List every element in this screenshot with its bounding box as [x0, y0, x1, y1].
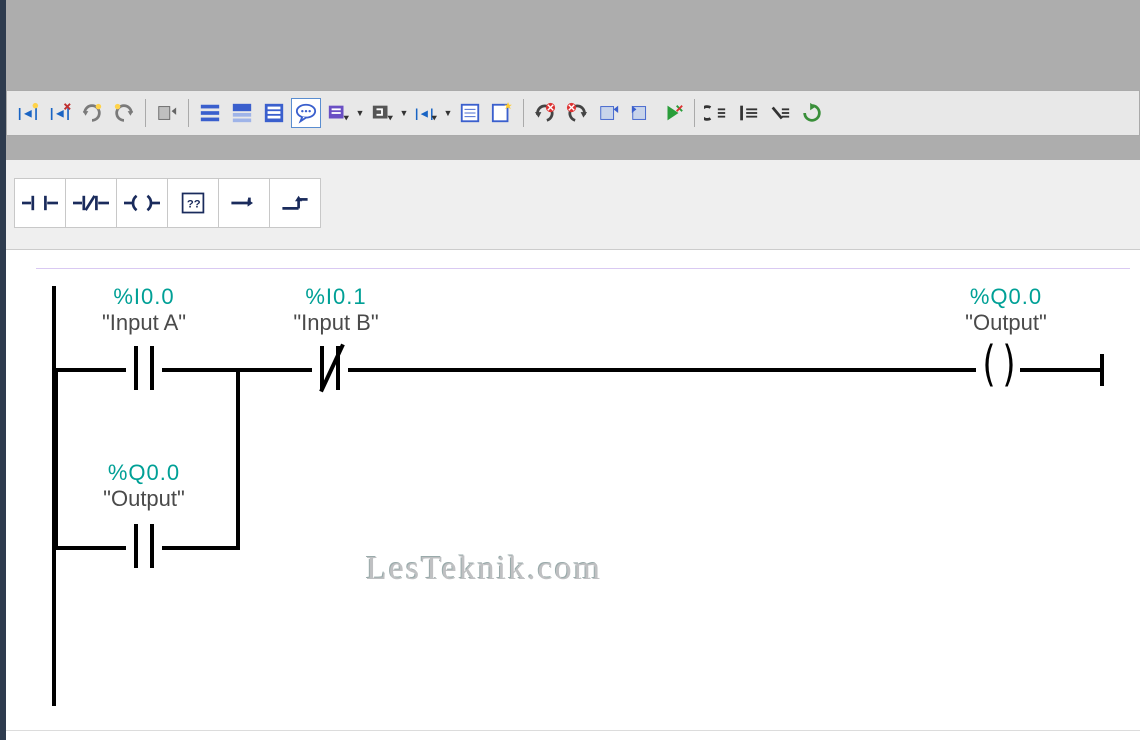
- go-next-button[interactable]: [109, 98, 139, 128]
- editor-top-divider: [36, 268, 1130, 269]
- toolbar-separator: [188, 99, 189, 127]
- ladder-editor-area[interactable]: %I0.0 "Input A" %I0.1 "Input B" %Q0.0 "O…: [6, 250, 1140, 740]
- insert-network-button[interactable]: |◄|: [13, 98, 43, 128]
- wire: [1020, 368, 1100, 372]
- main-toolbar: |◄||◄|▼▼|◄|▼: [6, 90, 1140, 136]
- no-contact[interactable]: [124, 524, 164, 568]
- go-prev-button[interactable]: [77, 98, 107, 128]
- wire-end: [1100, 354, 1104, 386]
- top-gray-strip: [6, 0, 1140, 90]
- network-header-row[interactable]: Network 3: .....: [6, 730, 1140, 740]
- network-comment-button[interactable]: [323, 98, 353, 128]
- toolbar-separator: [523, 99, 524, 127]
- toolbar-separator: [145, 99, 146, 127]
- lad-element-toolbar: ??: [6, 160, 1140, 250]
- align-right-button[interactable]: [765, 98, 795, 128]
- delete-network-button[interactable]: |◄|: [45, 98, 75, 128]
- view-block-button[interactable]: [227, 98, 257, 128]
- view-list-button[interactable]: [195, 98, 225, 128]
- dropdown-caret-icon[interactable]: ▼: [399, 98, 409, 128]
- normally-closed-contact-button[interactable]: [65, 178, 117, 228]
- output-coil[interactable]: [974, 346, 1024, 390]
- wire: [54, 368, 58, 548]
- contact-label: %I0.1 "Input B": [276, 284, 396, 336]
- gray-mid-strip: [6, 136, 1140, 160]
- toolbar-separator: [694, 99, 695, 127]
- normally-open-contact-button[interactable]: [14, 178, 66, 228]
- coil-label: %Q0.0 "Output": [946, 284, 1066, 336]
- svg-text:|◄|: |◄|: [415, 107, 433, 121]
- dropdown-caret-icon[interactable]: ▼: [355, 98, 365, 128]
- xref-button[interactable]: [594, 98, 624, 128]
- watermark-text: LesTeknik.com: [366, 550, 602, 588]
- open-branch-button[interactable]: [218, 178, 270, 228]
- compile-button[interactable]: [658, 98, 688, 128]
- comment-button[interactable]: [291, 98, 321, 128]
- operand-info-button[interactable]: [367, 98, 397, 128]
- goto-error-prev-button[interactable]: [562, 98, 592, 128]
- undo-button[interactable]: [152, 98, 182, 128]
- dropdown-caret-icon[interactable]: ▼: [443, 98, 453, 128]
- empty-box-button[interactable]: ??: [167, 178, 219, 228]
- refresh-button[interactable]: [797, 98, 827, 128]
- plc-ladder-editor: |◄||◄|▼▼|◄|▼ ?? %I0.0 "Input A" %I0.1 "I…: [0, 0, 1140, 740]
- no-contact[interactable]: [124, 346, 164, 390]
- align-left-button[interactable]: [701, 98, 731, 128]
- svg-text:??: ??: [187, 198, 201, 210]
- goto-error-next-button[interactable]: [530, 98, 560, 128]
- coil-button[interactable]: [116, 178, 168, 228]
- align-center-button[interactable]: [733, 98, 763, 128]
- nc-contact[interactable]: [310, 346, 350, 390]
- wire: [348, 368, 976, 372]
- wire: [162, 546, 240, 550]
- favorites-button[interactable]: [487, 98, 517, 128]
- wire: [54, 546, 126, 550]
- wire: [236, 368, 240, 548]
- view-tags-button[interactable]: [259, 98, 289, 128]
- contact-label: %I0.0 "Input A": [84, 284, 204, 336]
- show-numbers-button[interactable]: [455, 98, 485, 128]
- close-branch-button[interactable]: [269, 178, 321, 228]
- goto-bookmark-button[interactable]: |◄|: [411, 98, 441, 128]
- contact-label: %Q0.0 "Output": [84, 460, 204, 512]
- xref-list-button[interactable]: [626, 98, 656, 128]
- wire: [54, 368, 126, 372]
